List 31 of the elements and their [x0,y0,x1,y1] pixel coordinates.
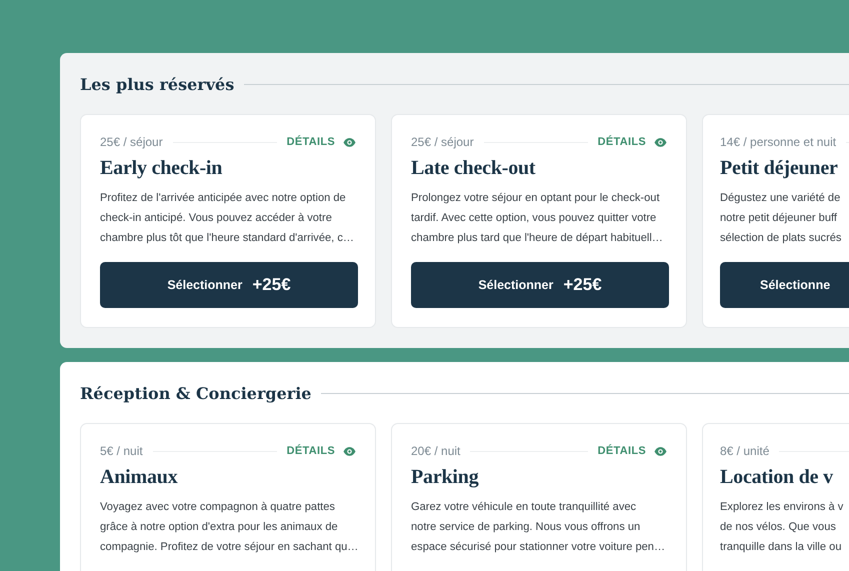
select-button[interactable]: Sélectionner +25€ [100,262,358,308]
eye-icon [343,136,356,148]
section-title: Réception & Conciergerie [80,384,312,403]
eye-icon [343,444,356,458]
card-title: Parking [411,466,480,489]
price-label: 25€ / séjour [100,135,163,149]
card-description: Explorez les environs à v de nos vélos. Que vous tranquille dans la ville ou [720,500,844,555]
details-link[interactable]: DÉTAILS [286,136,356,148]
card-description: Garez votre véhicule en toute tranquillité avec notre service de parking. Nous vous offrons un espace sécurisé pour stationner votre voiture pen… [411,500,666,555]
price-label: 25€ / séjour [411,135,474,149]
card-title: Animaux [100,466,179,489]
section-title: Les plus réservés [80,75,234,94]
eye-icon [654,444,667,458]
price-label: 8€ / unité [720,444,770,458]
card-description: Voyagez avec votre compagnon à quatre pattes grâce à notre option d'extra pour les animaux de compagnie. Profitez de votre séjour en sachant qu… [100,500,356,555]
card-title: Early check-in [100,157,224,180]
card-description: Profitez de l'arrivée anticipée avec notre option de check-in anticipé. Vous pouvez accéder à votre chambre plus tôt que l'heure standard d'arrivée, c… [100,191,355,246]
price-label: 14€ / personne et nuit [720,135,836,149]
details-link[interactable]: DÉTAILS [598,136,667,148]
card-description: Prolongez votre séjour en optant pour le check-out tardif. Avec cette option, vous pouvez quitter votre chambre plus tard que l'heure de départ habituell… [411,191,664,246]
card-title: Late check-out [411,157,536,180]
select-button[interactable]: Sélectionner +25€ [411,262,669,308]
card-title: Petit déjeuner [720,157,839,180]
card-description: Dégustez une variété de notre petit déjeuner buff sélection de plats sucrés [720,191,842,246]
card-title: Location de v [720,466,834,489]
details-link[interactable]: DÉTAILS [598,444,667,458]
price-label: 20€ / nuit [411,444,460,458]
details-link[interactable]: DÉTAILS [286,444,356,458]
price-label: 5€ / nuit [100,444,143,458]
eye-icon [654,136,667,148]
select-button[interactable]: Sélectionne [720,262,849,308]
